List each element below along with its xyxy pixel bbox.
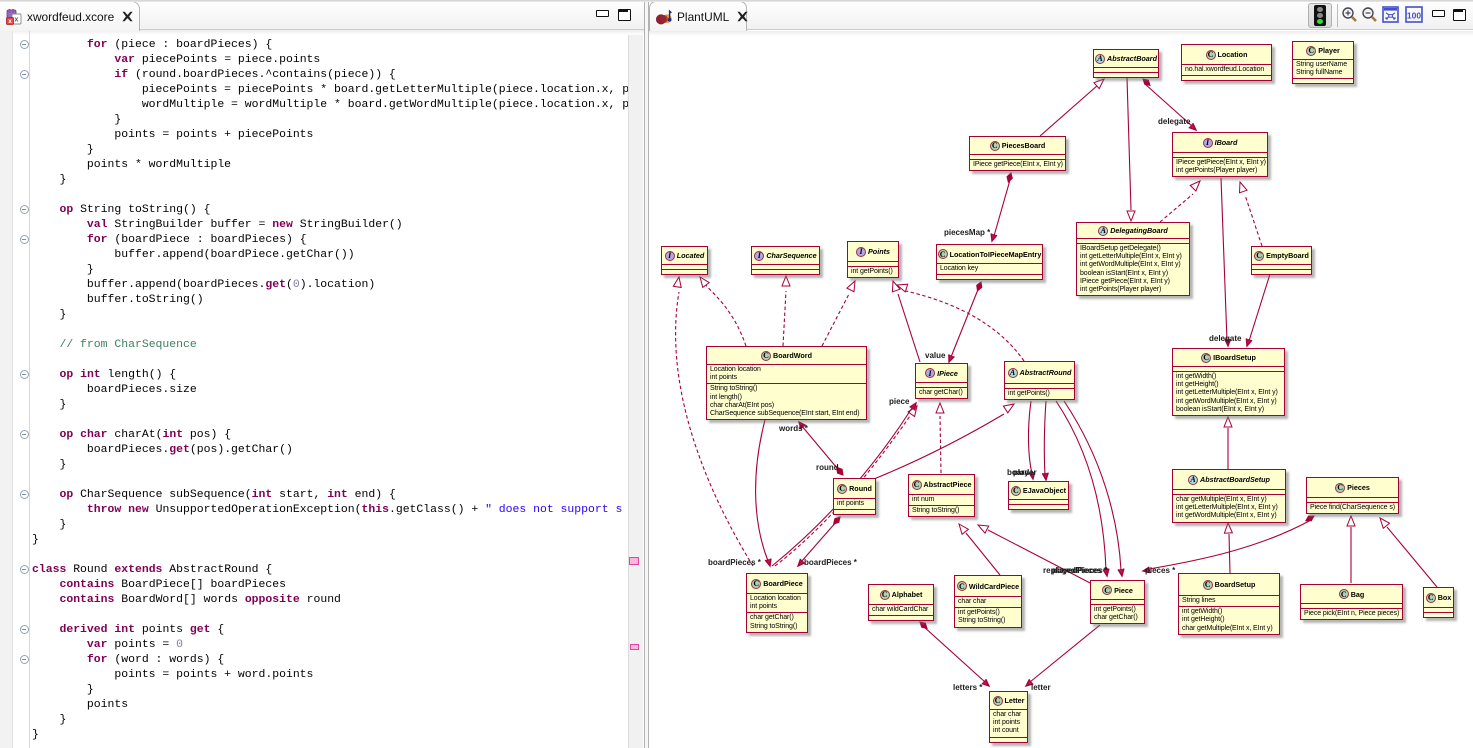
svg-text:x: x <box>15 16 19 23</box>
svg-text:x: x <box>8 18 12 25</box>
